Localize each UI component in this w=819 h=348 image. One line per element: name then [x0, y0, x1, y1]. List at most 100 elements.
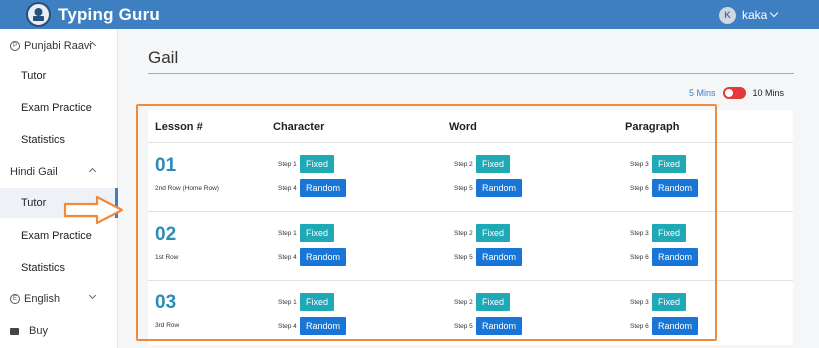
step-row: Step 3 Fixed: [630, 224, 687, 242]
random-button[interactable]: Random: [476, 317, 523, 335]
chevron-down-icon: [88, 291, 97, 300]
lesson-description: 1st Row: [155, 254, 179, 261]
user-name: kaka: [742, 8, 768, 22]
chevron-down-icon: [770, 8, 779, 18]
sidebar-item-exam-practice[interactable]: Exam Practice: [0, 93, 118, 123]
fixed-button[interactable]: Fixed: [652, 155, 687, 173]
brand-name[interactable]: Typing Guru: [58, 5, 160, 25]
english-circle-icon: E: [10, 294, 20, 304]
random-button[interactable]: Random: [476, 248, 523, 266]
step-row: Step 4 Random: [278, 317, 347, 335]
step-label: Step 2: [454, 229, 473, 237]
sidebar-item-label: Buy: [29, 325, 48, 337]
cart-icon: [10, 328, 19, 335]
step-label: Step 4: [278, 184, 297, 192]
step-label: Step 4: [278, 253, 297, 261]
toggle-switch[interactable]: [722, 87, 746, 99]
toggle-left-label: 5 Mins: [689, 88, 716, 98]
sidebar-group-label: Punjabi Raavi: [24, 40, 92, 52]
chevron-up-icon: [88, 167, 97, 176]
fixed-button[interactable]: Fixed: [652, 293, 687, 311]
punjabi-circle-icon: P: [10, 41, 20, 51]
step-label: Step 3: [630, 298, 649, 306]
sidebar-item-statistics[interactable]: Statistics: [0, 253, 118, 283]
random-button[interactable]: Random: [300, 179, 347, 197]
step-row: Step 2 Fixed: [454, 155, 511, 173]
sidebar-group-label: Hindi Gail: [10, 166, 58, 178]
random-button[interactable]: Random: [476, 179, 523, 197]
lesson-description: 2nd Row (Home Row): [155, 185, 219, 192]
toggle-right-label: 10 Mins: [752, 88, 785, 98]
step-row: Step 3 Fixed: [630, 293, 687, 311]
step-row: Step 6 Random: [630, 248, 699, 266]
sidebar-item-tutor[interactable]: Tutor: [0, 61, 118, 91]
page-title: Gail: [148, 48, 179, 67]
step-label: Step 4: [278, 322, 297, 330]
fixed-button[interactable]: Fixed: [476, 224, 511, 242]
step-row: Step 6 Random: [630, 317, 699, 335]
step-label: Step 5: [454, 184, 473, 192]
random-button[interactable]: Random: [652, 179, 699, 197]
step-row: Step 2 Fixed: [454, 224, 511, 242]
avatar: K: [719, 6, 736, 24]
title-divider: [148, 73, 794, 74]
lesson-number: 01: [155, 155, 177, 176]
step-row: Step 1 Fixed: [278, 293, 335, 311]
step-label: Step 1: [278, 298, 297, 306]
step-row: Step 4 Random: [278, 248, 347, 266]
step-row: Step 1 Fixed: [278, 155, 335, 173]
lesson-description: 3rd Row: [155, 322, 180, 329]
lesson-number: 03: [155, 292, 177, 313]
step-row: Step 5 Random: [454, 317, 523, 335]
step-row: Step 5 Random: [454, 248, 523, 266]
step-label: Step 2: [454, 160, 473, 168]
step-label: Step 6: [630, 184, 649, 192]
step-row: Step 4 Random: [278, 179, 347, 197]
lesson-number: 02: [155, 224, 177, 245]
step-row: Step 6 Random: [630, 179, 699, 197]
step-label: Step 1: [278, 229, 297, 237]
fixed-button[interactable]: Fixed: [476, 155, 511, 173]
toggle-knob: [724, 89, 733, 97]
step-label: Step 3: [630, 229, 649, 237]
sidebar-group-hindi-gail[interactable]: Hindi Gail: [0, 158, 118, 186]
column-header-lesson: Lesson #: [155, 121, 203, 133]
duration-toggle[interactable]: 5 Mins 10 Mins: [689, 86, 784, 100]
top-bar: Typing Guru K kaka: [0, 0, 819, 29]
step-row: Step 1 Fixed: [278, 224, 335, 242]
step-label: Step 6: [630, 322, 649, 330]
column-header-word: Word: [449, 121, 477, 133]
step-label: Step 2: [454, 298, 473, 306]
fixed-button[interactable]: Fixed: [300, 293, 335, 311]
fixed-button[interactable]: Fixed: [476, 293, 511, 311]
sidebar-item-statistics[interactable]: Statistics: [0, 125, 118, 155]
sidebar-group-punjabi-raavi[interactable]: P Punjabi Raavi: [0, 32, 118, 60]
step-label: Step 6: [630, 253, 649, 261]
fixed-button[interactable]: Fixed: [300, 224, 335, 242]
sidebar-item-buy[interactable]: Buy: [0, 317, 118, 345]
random-button[interactable]: Random: [300, 317, 347, 335]
random-button[interactable]: Random: [652, 248, 699, 266]
step-label: Step 3: [630, 160, 649, 168]
sidebar-group-english[interactable]: E English: [0, 285, 118, 313]
sidebar-group-label: English: [24, 293, 61, 305]
fixed-button[interactable]: Fixed: [300, 155, 335, 173]
typing-guru-logo-icon[interactable]: [26, 2, 51, 27]
step-row: Step 5 Random: [454, 179, 523, 197]
column-header-character: Character: [273, 121, 325, 133]
orange-arrow-icon: [63, 195, 124, 225]
header-divider: [148, 142, 793, 143]
random-button[interactable]: Random: [300, 248, 347, 266]
sidebar: P Punjabi Raavi Tutor Exam Practice Stat…: [0, 29, 118, 348]
step-row: Step 3 Fixed: [630, 155, 687, 173]
user-menu[interactable]: K kaka: [719, 6, 779, 24]
row-divider: [148, 211, 793, 212]
fixed-button[interactable]: Fixed: [652, 224, 687, 242]
step-label: Step 5: [454, 322, 473, 330]
random-button[interactable]: Random: [652, 317, 699, 335]
column-header-paragraph: Paragraph: [625, 121, 680, 133]
row-divider: [148, 280, 793, 281]
step-row: Step 2 Fixed: [454, 293, 511, 311]
step-label: Step 5: [454, 253, 473, 261]
step-label: Step 1: [278, 160, 297, 168]
